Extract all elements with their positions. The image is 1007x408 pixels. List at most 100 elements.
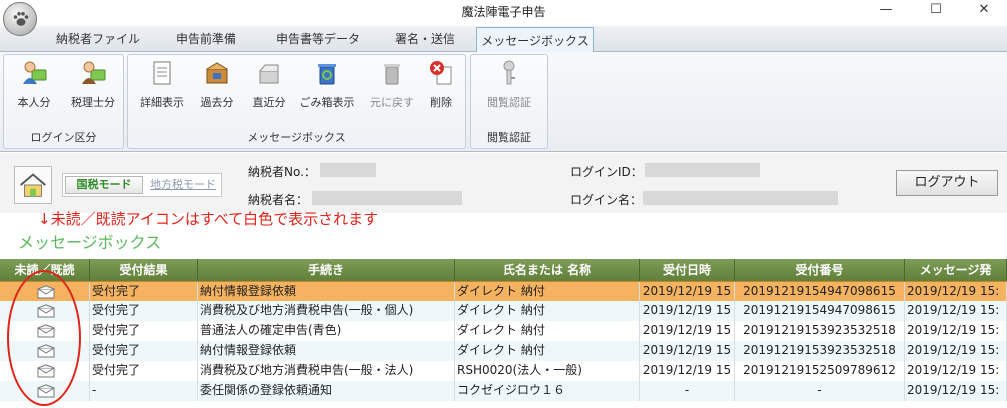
paw-icon xyxy=(13,12,29,26)
restore-button[interactable]: 元に戻す xyxy=(366,59,418,115)
received-date-cell: 2019/12/19 15 xyxy=(640,361,735,381)
received-number-cell: 20191219152509789612 xyxy=(735,361,905,381)
restore-label: 元に戻す xyxy=(370,96,414,109)
minimize-button[interactable]: — xyxy=(863,0,909,22)
tax-accountant-button[interactable]: 税理士分 xyxy=(64,59,122,115)
open-box-icon xyxy=(259,64,279,84)
read-status-cell xyxy=(0,301,90,321)
received-number-cell: 20191219154947098615 xyxy=(735,301,905,321)
title-bar: 魔法陣電子申告 — ☐ ✕ xyxy=(0,0,1007,22)
message-sent-cell: 2019/12/19 15: xyxy=(905,282,1007,302)
home-button[interactable] xyxy=(14,166,52,204)
col-message-sent[interactable]: メッセージ発 xyxy=(905,259,1007,281)
envelope-read-icon[interactable] xyxy=(37,384,55,398)
procedure-cell: 消費税及び地方消費税申告(一般・法人) xyxy=(198,361,455,381)
accountant-id-card-icon xyxy=(82,61,106,84)
envelope-read-icon[interactable] xyxy=(37,304,55,318)
col-received-number[interactable]: 受付番号 xyxy=(735,259,905,281)
envelope-read-icon[interactable] xyxy=(37,285,55,299)
table-row[interactable]: - 委任関係の登録依頼通知 コクゼイジロウ１６- -2019/12/19 15: xyxy=(0,381,1007,401)
delete-icon xyxy=(430,61,452,85)
procedure-cell: 納付情報登録依頼 xyxy=(198,282,455,302)
envelope-read-icon[interactable] xyxy=(37,344,55,358)
past-items-button[interactable]: 過去分 xyxy=(194,59,240,115)
tab-pre-filing[interactable]: 申告前準備 xyxy=(160,26,252,52)
login-id-redacted xyxy=(645,163,760,177)
result-cell: 受付完了 xyxy=(90,321,198,341)
table-row[interactable]: 受付完了 普通法人の確定申告(青色) ダイレクト 納付 2019/12/19 15 20… xyxy=(0,321,1007,341)
section-title: メッセージボックス xyxy=(18,233,162,252)
document-detail-icon xyxy=(153,61,171,85)
name-cell: ダイレクト 納付 xyxy=(455,321,640,341)
table-row[interactable]: 受付完了 消費税及び地方消費税申告(一般・法人) RSH0020(法人・一般) 201… xyxy=(0,361,1007,381)
received-number-cell: - xyxy=(735,381,905,401)
recent-items-label: 直近分 xyxy=(252,96,286,109)
received-number-cell: 20191219153923532518 xyxy=(735,341,905,361)
taxpayer-info-bar: 国税モード 地方税モード 納税者No.： 納税者名： ログインID： ログイン名… xyxy=(0,153,1007,213)
tab-return-data[interactable]: 申告書等データ xyxy=(262,26,374,52)
close-button[interactable]: ✕ xyxy=(961,0,1007,22)
procedure-cell: 委任関係の登録依頼通知 xyxy=(198,381,455,401)
app-menu-button[interactable] xyxy=(3,2,37,36)
tab-taxpayer-file[interactable]: 納税者ファイル xyxy=(44,26,152,52)
self-button[interactable]: 本人分 xyxy=(8,59,60,115)
delete-button[interactable]: 削除 xyxy=(422,59,460,115)
view-auth-button[interactable]: 閲覧認証 xyxy=(479,59,539,115)
received-date-cell: 2019/12/19 15 xyxy=(640,282,735,302)
self-button-label: 本人分 xyxy=(17,96,51,109)
result-cell: 受付完了 xyxy=(90,341,198,361)
name-cell: ダイレクト 納付 xyxy=(455,341,640,361)
message-sent-cell: 2019/12/19 15: xyxy=(905,301,1007,321)
login-group-label: ログイン区分 xyxy=(30,131,97,144)
recent-items-button[interactable]: 直近分 xyxy=(246,59,292,115)
tab-sign-send[interactable]: 署名・送信 xyxy=(382,26,468,52)
login-name-redacted xyxy=(643,191,838,205)
read-status-cell xyxy=(0,361,90,381)
procedure-cell: 普通法人の確定申告(青色) xyxy=(198,321,455,341)
trash-view-button[interactable]: ごみ箱表示 xyxy=(296,59,358,115)
detail-view-button[interactable]: 詳細表示 xyxy=(134,59,190,115)
name-cell: RSH0020(法人・一般) xyxy=(455,361,640,381)
table-row[interactable]: 受付完了 納付情報登録依頼 ダイレクト 納付 2019/12/19 15 2019121… xyxy=(0,341,1007,361)
result-cell: - xyxy=(90,381,198,401)
received-date-cell: 2019/12/19 15 xyxy=(640,321,735,341)
envelope-read-icon[interactable] xyxy=(37,324,55,338)
message-sent-cell: 2019/12/19 15: xyxy=(905,361,1007,381)
key-icon xyxy=(503,60,515,85)
login-id-label: ログインID： xyxy=(570,165,643,179)
read-status-cell xyxy=(0,282,90,302)
recycle-bin-icon xyxy=(318,64,336,85)
name-cell: ダイレクト 納付 xyxy=(455,282,640,302)
local-tax-mode-tab[interactable]: 地方税モード xyxy=(147,176,219,194)
message-box-group: 詳細表示 過去分 直近分 ごみ箱表示 元に戻す 削除 メッセージボックス xyxy=(127,54,466,149)
col-procedure[interactable]: 手続き xyxy=(198,259,455,281)
col-result[interactable]: 受付結果 xyxy=(90,259,198,281)
view-auth-group-label: 閲覧認証 xyxy=(487,131,531,144)
maximize-button[interactable]: ☐ xyxy=(913,0,959,22)
ribbon-tab-bar: 納税者ファイル 申告前準備 申告書等データ 署名・送信 メッセージボックス xyxy=(0,26,1007,53)
table-row[interactable]: 受付完了 消費税及び地方消費税申告(一般・個人) ダイレクト 納付 2019/12/1… xyxy=(0,301,1007,321)
col-read-status[interactable]: 未読／既読 xyxy=(0,259,90,281)
home-icon xyxy=(20,173,46,197)
received-number-cell: 20191219153923532518 xyxy=(735,321,905,341)
logout-button[interactable]: ログアウト xyxy=(896,170,998,196)
person-id-card-icon xyxy=(23,61,47,84)
procedure-cell: 納付情報登録依頼 xyxy=(198,341,455,361)
trash-view-label: ごみ箱表示 xyxy=(299,96,355,109)
result-cell: 受付完了 xyxy=(90,282,198,302)
col-received-date[interactable]: 受付日時 xyxy=(640,259,735,281)
detail-view-label: 詳細表示 xyxy=(140,96,184,109)
login-name-label: ログイン名： xyxy=(570,193,643,207)
envelope-read-icon[interactable] xyxy=(37,364,55,378)
national-tax-mode-tab[interactable]: 国税モード xyxy=(65,176,143,194)
result-cell: 受付完了 xyxy=(90,361,198,381)
procedure-cell: 消費税及び地方消費税申告(一般・個人) xyxy=(198,301,455,321)
mode-switch: 国税モード 地方税モード xyxy=(62,173,222,197)
ribbon: 本人分 税理士分 ログイン区分 詳細表示 過去分 直近分 ごみ箱表示 元に戻す … xyxy=(0,52,1007,152)
table-row[interactable]: 受付完了 納付情報登録依頼 ダイレクト 納付 2019/12/19 15 2019121… xyxy=(0,281,1007,302)
tab-message-box[interactable]: メッセージボックス xyxy=(476,27,594,53)
result-cell: 受付完了 xyxy=(90,301,198,321)
view-auth-label: 閲覧認証 xyxy=(487,96,531,109)
col-name[interactable]: 氏名または 名称 xyxy=(455,259,640,281)
taxpayer-name-label: 納税者名： xyxy=(248,193,309,207)
